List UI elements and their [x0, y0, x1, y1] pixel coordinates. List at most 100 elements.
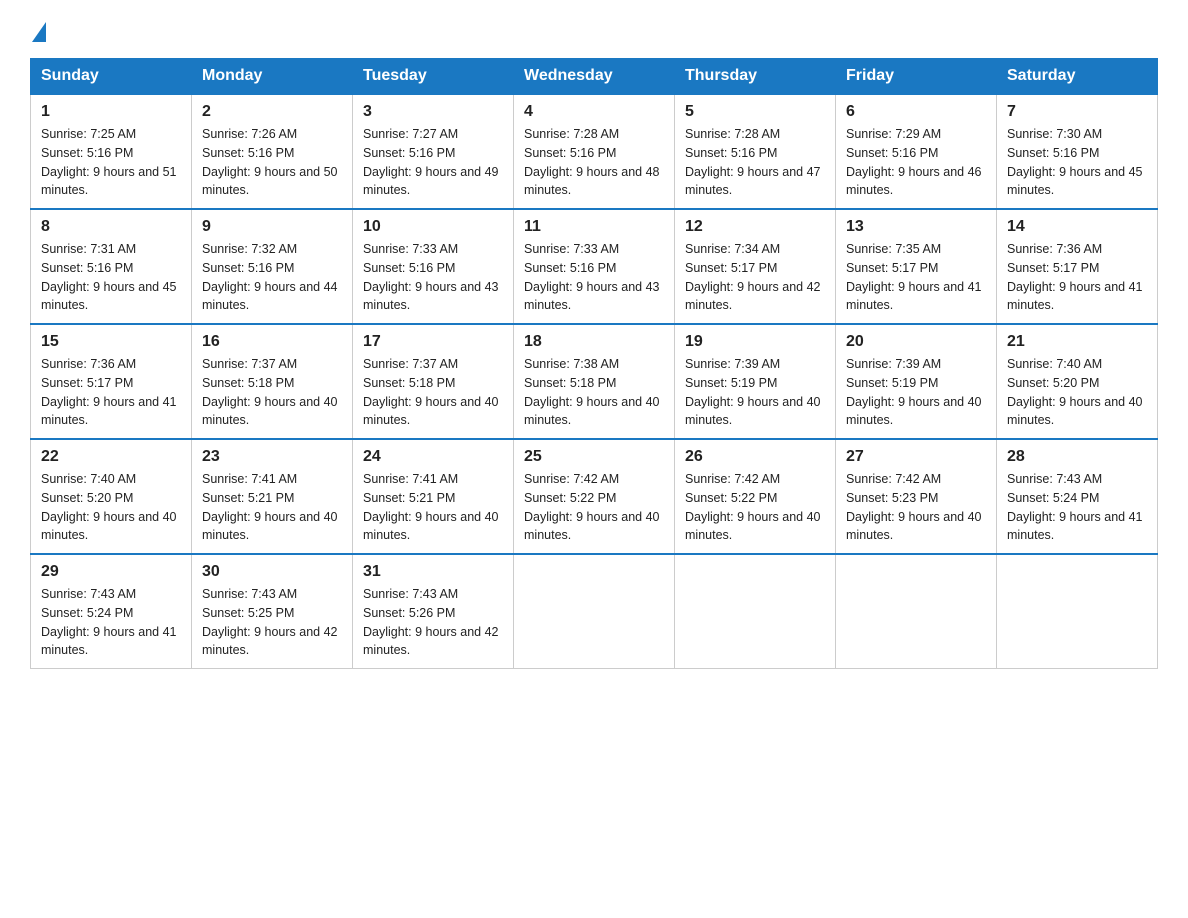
day-number: 26 — [685, 448, 825, 466]
day-info: Sunrise: 7:43 AMSunset: 5:26 PMDaylight:… — [363, 585, 503, 660]
day-number: 24 — [363, 448, 503, 466]
day-of-week-header: Sunday — [31, 59, 192, 95]
calendar-day-cell: 4 Sunrise: 7:28 AMSunset: 5:16 PMDayligh… — [514, 94, 675, 209]
day-of-week-header: Thursday — [675, 59, 836, 95]
calendar-day-cell: 6 Sunrise: 7:29 AMSunset: 5:16 PMDayligh… — [836, 94, 997, 209]
day-number: 28 — [1007, 448, 1147, 466]
day-info: Sunrise: 7:28 AMSunset: 5:16 PMDaylight:… — [524, 125, 664, 200]
day-info: Sunrise: 7:38 AMSunset: 5:18 PMDaylight:… — [524, 355, 664, 430]
day-info: Sunrise: 7:36 AMSunset: 5:17 PMDaylight:… — [41, 355, 181, 430]
day-info: Sunrise: 7:39 AMSunset: 5:19 PMDaylight:… — [846, 355, 986, 430]
day-info: Sunrise: 7:37 AMSunset: 5:18 PMDaylight:… — [363, 355, 503, 430]
day-info: Sunrise: 7:40 AMSunset: 5:20 PMDaylight:… — [1007, 355, 1147, 430]
calendar-day-cell: 25 Sunrise: 7:42 AMSunset: 5:22 PMDaylig… — [514, 439, 675, 554]
day-number: 27 — [846, 448, 986, 466]
calendar-day-cell — [836, 554, 997, 669]
logo-triangle-icon — [32, 22, 46, 42]
day-info: Sunrise: 7:37 AMSunset: 5:18 PMDaylight:… — [202, 355, 342, 430]
day-info: Sunrise: 7:42 AMSunset: 5:22 PMDaylight:… — [524, 470, 664, 545]
day-info: Sunrise: 7:41 AMSunset: 5:21 PMDaylight:… — [202, 470, 342, 545]
day-number: 6 — [846, 103, 986, 121]
day-info: Sunrise: 7:26 AMSunset: 5:16 PMDaylight:… — [202, 125, 342, 200]
calendar-day-cell: 20 Sunrise: 7:39 AMSunset: 5:19 PMDaylig… — [836, 324, 997, 439]
calendar-day-cell: 23 Sunrise: 7:41 AMSunset: 5:21 PMDaylig… — [192, 439, 353, 554]
calendar-day-cell: 19 Sunrise: 7:39 AMSunset: 5:19 PMDaylig… — [675, 324, 836, 439]
calendar-day-cell: 17 Sunrise: 7:37 AMSunset: 5:18 PMDaylig… — [353, 324, 514, 439]
calendar-day-cell: 21 Sunrise: 7:40 AMSunset: 5:20 PMDaylig… — [997, 324, 1158, 439]
calendar-week-row: 1 Sunrise: 7:25 AMSunset: 5:16 PMDayligh… — [31, 94, 1158, 209]
day-number: 15 — [41, 333, 181, 351]
day-number: 16 — [202, 333, 342, 351]
calendar-week-row: 8 Sunrise: 7:31 AMSunset: 5:16 PMDayligh… — [31, 209, 1158, 324]
day-number: 5 — [685, 103, 825, 121]
calendar-header-row: SundayMondayTuesdayWednesdayThursdayFrid… — [31, 59, 1158, 95]
calendar-day-cell: 14 Sunrise: 7:36 AMSunset: 5:17 PMDaylig… — [997, 209, 1158, 324]
day-number: 2 — [202, 103, 342, 121]
calendar-day-cell — [675, 554, 836, 669]
calendar-day-cell: 8 Sunrise: 7:31 AMSunset: 5:16 PMDayligh… — [31, 209, 192, 324]
day-number: 31 — [363, 563, 503, 581]
day-number: 7 — [1007, 103, 1147, 121]
day-of-week-header: Tuesday — [353, 59, 514, 95]
day-info: Sunrise: 7:32 AMSunset: 5:16 PMDaylight:… — [202, 240, 342, 315]
calendar-day-cell — [514, 554, 675, 669]
day-of-week-header: Friday — [836, 59, 997, 95]
day-info: Sunrise: 7:43 AMSunset: 5:24 PMDaylight:… — [1007, 470, 1147, 545]
calendar-day-cell: 16 Sunrise: 7:37 AMSunset: 5:18 PMDaylig… — [192, 324, 353, 439]
calendar-day-cell: 15 Sunrise: 7:36 AMSunset: 5:17 PMDaylig… — [31, 324, 192, 439]
day-info: Sunrise: 7:43 AMSunset: 5:25 PMDaylight:… — [202, 585, 342, 660]
calendar-day-cell: 1 Sunrise: 7:25 AMSunset: 5:16 PMDayligh… — [31, 94, 192, 209]
day-number: 20 — [846, 333, 986, 351]
calendar-week-row: 22 Sunrise: 7:40 AMSunset: 5:20 PMDaylig… — [31, 439, 1158, 554]
day-info: Sunrise: 7:25 AMSunset: 5:16 PMDaylight:… — [41, 125, 181, 200]
day-info: Sunrise: 7:30 AMSunset: 5:16 PMDaylight:… — [1007, 125, 1147, 200]
day-info: Sunrise: 7:29 AMSunset: 5:16 PMDaylight:… — [846, 125, 986, 200]
day-number: 11 — [524, 218, 664, 236]
day-of-week-header: Wednesday — [514, 59, 675, 95]
calendar-day-cell: 31 Sunrise: 7:43 AMSunset: 5:26 PMDaylig… — [353, 554, 514, 669]
calendar-day-cell: 29 Sunrise: 7:43 AMSunset: 5:24 PMDaylig… — [31, 554, 192, 669]
day-number: 19 — [685, 333, 825, 351]
day-number: 21 — [1007, 333, 1147, 351]
calendar-day-cell: 2 Sunrise: 7:26 AMSunset: 5:16 PMDayligh… — [192, 94, 353, 209]
day-number: 13 — [846, 218, 986, 236]
day-number: 17 — [363, 333, 503, 351]
calendar-day-cell: 13 Sunrise: 7:35 AMSunset: 5:17 PMDaylig… — [836, 209, 997, 324]
day-number: 3 — [363, 103, 503, 121]
calendar-day-cell: 11 Sunrise: 7:33 AMSunset: 5:16 PMDaylig… — [514, 209, 675, 324]
day-number: 8 — [41, 218, 181, 236]
day-info: Sunrise: 7:40 AMSunset: 5:20 PMDaylight:… — [41, 470, 181, 545]
day-info: Sunrise: 7:36 AMSunset: 5:17 PMDaylight:… — [1007, 240, 1147, 315]
day-info: Sunrise: 7:42 AMSunset: 5:23 PMDaylight:… — [846, 470, 986, 545]
day-number: 25 — [524, 448, 664, 466]
calendar-day-cell: 18 Sunrise: 7:38 AMSunset: 5:18 PMDaylig… — [514, 324, 675, 439]
day-of-week-header: Saturday — [997, 59, 1158, 95]
day-number: 12 — [685, 218, 825, 236]
day-number: 23 — [202, 448, 342, 466]
logo — [30, 20, 46, 40]
calendar-day-cell: 3 Sunrise: 7:27 AMSunset: 5:16 PMDayligh… — [353, 94, 514, 209]
page-header — [30, 20, 1158, 40]
calendar-day-cell: 7 Sunrise: 7:30 AMSunset: 5:16 PMDayligh… — [997, 94, 1158, 209]
day-info: Sunrise: 7:43 AMSunset: 5:24 PMDaylight:… — [41, 585, 181, 660]
calendar-day-cell: 10 Sunrise: 7:33 AMSunset: 5:16 PMDaylig… — [353, 209, 514, 324]
day-number: 10 — [363, 218, 503, 236]
calendar-day-cell: 24 Sunrise: 7:41 AMSunset: 5:21 PMDaylig… — [353, 439, 514, 554]
calendar-day-cell: 30 Sunrise: 7:43 AMSunset: 5:25 PMDaylig… — [192, 554, 353, 669]
calendar-table: SundayMondayTuesdayWednesdayThursdayFrid… — [30, 58, 1158, 669]
day-info: Sunrise: 7:41 AMSunset: 5:21 PMDaylight:… — [363, 470, 503, 545]
day-info: Sunrise: 7:27 AMSunset: 5:16 PMDaylight:… — [363, 125, 503, 200]
calendar-week-row: 15 Sunrise: 7:36 AMSunset: 5:17 PMDaylig… — [31, 324, 1158, 439]
day-info: Sunrise: 7:28 AMSunset: 5:16 PMDaylight:… — [685, 125, 825, 200]
day-of-week-header: Monday — [192, 59, 353, 95]
day-info: Sunrise: 7:34 AMSunset: 5:17 PMDaylight:… — [685, 240, 825, 315]
calendar-day-cell: 27 Sunrise: 7:42 AMSunset: 5:23 PMDaylig… — [836, 439, 997, 554]
day-info: Sunrise: 7:33 AMSunset: 5:16 PMDaylight:… — [524, 240, 664, 315]
day-info: Sunrise: 7:33 AMSunset: 5:16 PMDaylight:… — [363, 240, 503, 315]
day-info: Sunrise: 7:39 AMSunset: 5:19 PMDaylight:… — [685, 355, 825, 430]
calendar-day-cell — [997, 554, 1158, 669]
calendar-day-cell: 22 Sunrise: 7:40 AMSunset: 5:20 PMDaylig… — [31, 439, 192, 554]
day-number: 14 — [1007, 218, 1147, 236]
calendar-day-cell: 12 Sunrise: 7:34 AMSunset: 5:17 PMDaylig… — [675, 209, 836, 324]
calendar-day-cell: 9 Sunrise: 7:32 AMSunset: 5:16 PMDayligh… — [192, 209, 353, 324]
